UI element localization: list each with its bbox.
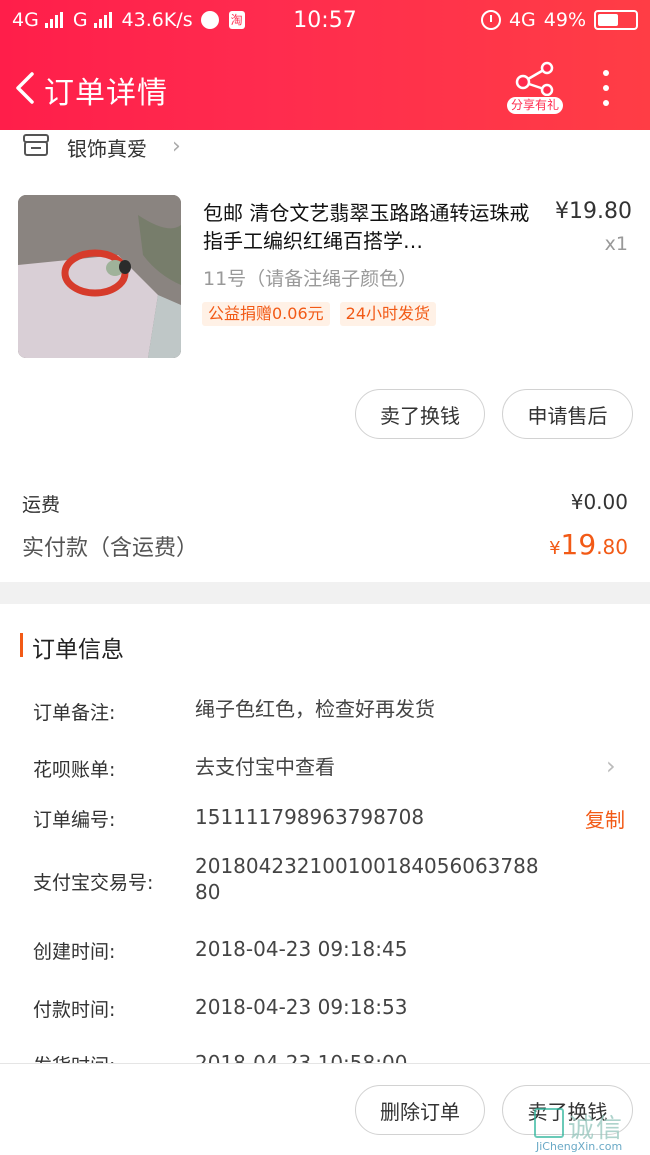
delete-order-button[interactable]: 删除订单 [355,1085,485,1135]
more-dot-icon [603,70,609,76]
paid-currency: ¥ [549,538,561,559]
order-no-label: 订单编号: [33,809,116,831]
huabei-label: 花呗账单: [33,759,116,781]
freight-value: ¥0.00 [570,490,628,514]
huabei-link[interactable]: 去支付宝中查看 [195,754,335,780]
more-menu-button[interactable] [596,68,616,108]
product-quantity: x1 [604,233,628,255]
battery-percent: 49% [543,9,586,31]
product-title[interactable]: 包邮 清仓文艺翡翠玉路路通转运珠戒指手工编织红绳百搭学… [203,199,533,255]
watermark-logo-icon [534,1108,564,1138]
watermark-sub: JiChengXin.com [536,1140,623,1153]
share-icon [515,61,554,97]
paid-time-label: 付款时间: [33,999,116,1021]
tag-shipping: 24小时发货 [339,302,437,326]
shop-name: 银饰真爱 [67,137,147,161]
paid-decimal: .80 [596,535,628,559]
watermark: 诚信 JiChengXin.com [534,1108,646,1154]
aftersale-button[interactable]: 申请售后 [502,389,633,439]
network-type-right: 4G [508,9,536,31]
share-button[interactable]: 分享有礼 [505,60,565,116]
alipay-no-value: 20180423210010018405606378880 [195,854,539,904]
note-label: 订单备注: [33,702,116,724]
share-label: 分享有礼 [507,97,563,114]
more-dot-icon [603,85,609,91]
alarm-icon [480,10,501,30]
note-value: 绳子色红色，检查好再发货 [195,697,435,721]
battery-icon [594,10,638,30]
section-accent-bar [20,633,23,657]
product-price: ¥19.80 [555,199,632,224]
paid-amount: ¥19.80 [549,528,628,561]
chevron-left-icon [16,72,34,104]
created-time-label: 创建时间: [33,941,116,963]
chevron-right-icon[interactable]: › [606,752,616,780]
tag-charity: 公益捐赠0.06元 [202,302,330,326]
order-info-title: 订单信息 [32,637,124,663]
chevron-right-icon: › [172,134,181,159]
freight-label: 运费 [22,494,61,516]
copy-button[interactable]: 复制 [585,804,625,833]
paid-integer: 19 [560,528,597,561]
back-button[interactable] [12,68,42,108]
nav-bar: 订单详情 分享有礼 [0,56,650,120]
order-no-value: 151111798963798708 [195,805,425,829]
product-tags: 公益捐赠0.06元 24小时发货 [202,302,437,326]
product-photo [18,195,181,358]
shop-row[interactable]: 银饰真爱 › [0,130,650,170]
more-dot-icon [603,100,609,106]
app-header: 4G G 43.6K/s 淘 10:57 4G 49% 订单详情 分享有礼 [0,0,650,130]
product-sku: 11号（请备注绳子颜色） [203,268,418,290]
store-icon [23,134,49,156]
page-title: 订单详情 [44,76,168,111]
status-right: 4G 49% [480,9,638,31]
alipay-no-label: 支付宝交易号: [33,872,154,894]
paid-label: 实付款（含运费） [22,536,199,561]
status-bar: 4G G 43.6K/s 淘 10:57 4G 49% [0,0,650,44]
created-time-value: 2018-04-23 09:18:45 [195,937,408,961]
section-divider [0,582,650,604]
product-image[interactable] [18,195,181,358]
paid-time-value: 2018-04-23 09:18:53 [195,995,408,1019]
sell-button[interactable]: 卖了换钱 [355,389,485,439]
